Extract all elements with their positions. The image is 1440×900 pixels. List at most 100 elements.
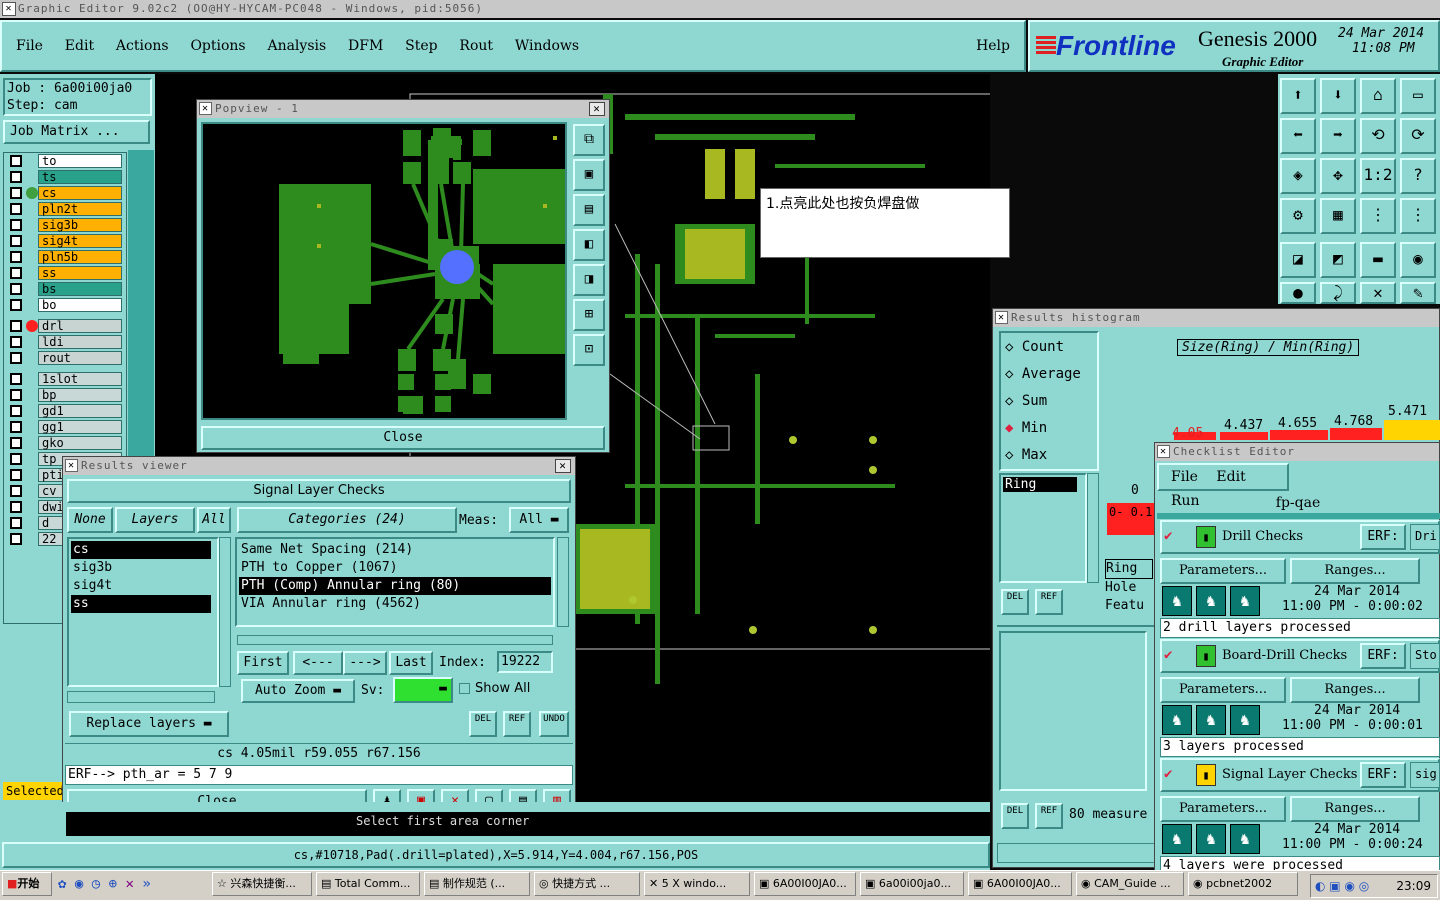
layer-checkbox[interactable] (10, 373, 22, 385)
list-item[interactable]: Ring (1105, 559, 1153, 579)
layer-ts[interactable]: ts (38, 170, 122, 184)
pan-right-icon[interactable]: ➡ (1320, 118, 1356, 154)
layer-checkbox[interactable] (10, 389, 22, 401)
run-fail-icon[interactable]: ♞ (1230, 586, 1260, 616)
categories-button[interactable]: Categories (24) (237, 507, 457, 533)
layer-pln2t[interactable]: pln2t (38, 202, 122, 216)
layer-gko[interactable]: gko (38, 436, 122, 450)
ranges-button[interactable]: Ranges... (1290, 558, 1420, 584)
max-option[interactable]: ◇ Max (1005, 447, 1047, 463)
layer-checkbox[interactable] (10, 517, 22, 529)
edit-icon[interactable]: ✎ (1400, 282, 1436, 304)
menu-dfm[interactable]: DFM (348, 38, 383, 54)
list-item[interactable]: cs (71, 541, 211, 559)
checklist-menu-edit[interactable]: Edit (1216, 469, 1245, 485)
snap-icon[interactable]: ⋮ (1360, 198, 1396, 234)
check-enabled-icon[interactable]: ✔ (1164, 647, 1172, 663)
results-viewer-close-icon[interactable]: ✕ (555, 459, 571, 473)
taskbar-item[interactable]: ☆ 兴森快捷衡... (212, 872, 312, 896)
undo-button[interactable]: UNDO (539, 711, 569, 737)
cross-icon[interactable]: ✕ (1360, 282, 1396, 304)
help-icon[interactable]: ? (1400, 158, 1436, 194)
layer-checkbox[interactable] (10, 533, 22, 545)
layer-checkbox[interactable] (10, 299, 22, 311)
ref-button[interactable]: REF (503, 711, 531, 737)
last-button[interactable]: Last (389, 651, 433, 675)
start-button[interactable]: ■开始 (2, 872, 52, 896)
taskbar-item[interactable]: ◎ 快捷方式 ... (534, 872, 640, 896)
layer-checkbox[interactable] (10, 453, 22, 465)
average-option[interactable]: ◇ Average (1005, 366, 1081, 382)
list-item[interactable]: ss (71, 595, 211, 613)
popview-close-icon[interactable]: ✕ (589, 102, 605, 116)
layer-ldi[interactable]: ldi (38, 335, 122, 349)
popview-tool-7[interactable]: ⊡ (573, 334, 605, 366)
ranges-button[interactable]: Ranges... (1290, 796, 1420, 822)
popview-tool-3[interactable]: ▤ (573, 194, 605, 226)
index-input[interactable]: 19222 (497, 651, 553, 673)
layer-bs[interactable]: bs (38, 282, 122, 296)
taskbar-item[interactable]: ◉ pcbnet2002 (1188, 872, 1298, 896)
layers-button[interactable]: Layers (115, 507, 195, 533)
erf-value[interactable]: sig (1410, 762, 1440, 788)
layer-ss[interactable]: ss (38, 266, 122, 280)
rotate-right-icon[interactable]: ⟳ (1400, 118, 1436, 154)
category-list[interactable]: Same Net Spacing (214) PTH to Copper (10… (235, 537, 555, 627)
list-item[interactable]: Same Net Spacing (214) (239, 541, 551, 559)
popview-tool-4[interactable]: ◧ (573, 229, 605, 261)
erf-value[interactable]: Sto (1410, 643, 1440, 669)
layer-checkbox[interactable] (10, 171, 22, 183)
run-fail-icon[interactable]: ♞ (1230, 824, 1260, 854)
menu-windows[interactable]: Windows (515, 38, 579, 54)
ranges-button[interactable]: Ranges... (1290, 677, 1420, 703)
run-icon[interactable]: ♞ (1162, 586, 1192, 616)
layer-checkbox[interactable] (10, 267, 22, 279)
menu-file[interactable]: File (16, 38, 43, 54)
menu-rout[interactable]: Rout (459, 38, 493, 54)
layer-bp[interactable]: bp (38, 388, 122, 402)
run-fail-icon[interactable]: ♞ (1230, 705, 1260, 735)
prev-button[interactable]: <--- (293, 651, 343, 675)
layer-checkbox[interactable] (10, 405, 22, 417)
measure-alt-icon[interactable]: ◩ (1320, 242, 1356, 278)
hist-ref-button-2[interactable]: REF (1035, 803, 1063, 829)
parameters-button[interactable]: Parameters... (1160, 796, 1286, 822)
layer-checkbox[interactable] (10, 501, 22, 513)
run-area-icon[interactable]: ♞ (1196, 705, 1226, 735)
menu-edit[interactable]: Edit (65, 38, 94, 54)
pan-up-icon[interactable]: ⬆ (1280, 78, 1316, 114)
taskbar-item[interactable]: ▣ 6A00I00JA0... (968, 872, 1072, 896)
x-app-icon[interactable]: ✕ (126, 876, 134, 892)
layer-drl[interactable]: drl (38, 319, 122, 333)
tray-icons[interactable]: ◐ ▣ ◉ ◎ (1311, 875, 1369, 897)
menu-actions[interactable]: Actions (116, 38, 169, 54)
taskbar-item[interactable]: ✕ 5 X windo... (644, 872, 750, 896)
layer-list-hscroll[interactable] (67, 691, 215, 703)
layer-1slot[interactable]: 1slot (38, 372, 122, 386)
globe-icon[interactable]: ⊕ (109, 876, 117, 892)
target-icon[interactable]: ◉ (1400, 242, 1436, 278)
layer-checkbox[interactable] (10, 320, 22, 332)
auto-zoom-select[interactable]: Auto Zoom ▬ (241, 679, 355, 703)
taskbar-item[interactable]: ▤ Total Comm... (316, 872, 420, 896)
menu-options[interactable]: Options (190, 38, 245, 54)
run-area-icon[interactable]: ♞ (1196, 586, 1226, 616)
hist-del-button-2[interactable]: DEL (1001, 803, 1029, 829)
layer-sig4t[interactable]: sig4t (38, 234, 122, 248)
home-icon[interactable]: ⌂ (1360, 78, 1396, 114)
count-option[interactable]: ◇ Count (1005, 339, 1064, 355)
category-scrollbar[interactable] (557, 537, 569, 627)
popview-tool-1[interactable]: ⧉ (573, 124, 605, 156)
layer-checkbox[interactable] (10, 203, 22, 215)
measure-list-scroll[interactable] (1087, 473, 1099, 583)
layer-checkbox[interactable] (10, 235, 22, 247)
list-item[interactable]: sig3b (71, 559, 215, 577)
list-item[interactable]: PTH (Comp) Annular ring (80) (239, 577, 551, 595)
erf-button[interactable]: ERF: (1360, 643, 1406, 669)
check-enabled-icon[interactable]: ✔ (1164, 528, 1172, 544)
window-icon[interactable]: ▭ (1400, 78, 1436, 114)
pan-down-icon[interactable]: ⬇ (1320, 78, 1356, 114)
rotate-left-icon[interactable]: ⟲ (1360, 118, 1396, 154)
job-matrix-button[interactable]: Job Matrix ... (3, 120, 150, 144)
snap-alt-icon[interactable]: ⋮ (1400, 198, 1436, 234)
